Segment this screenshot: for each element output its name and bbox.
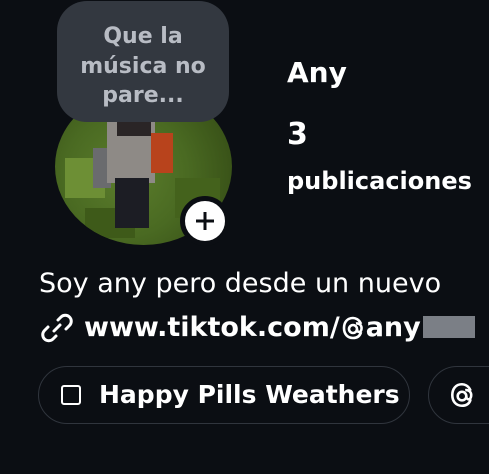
profile-username: Any [287, 56, 347, 89]
threads-at-icon [342, 316, 363, 340]
profile-link-text[interactable]: www.tiktok.com/any [84, 310, 475, 346]
plus-icon [196, 212, 214, 230]
note-bubble[interactable]: Que la música no pare... [57, 1, 229, 122]
profile-link[interactable]: www.tiktok.com/any [39, 309, 475, 347]
redacted-block [422, 316, 475, 338]
link-icon [41, 313, 73, 343]
profile-link-handle: any [365, 312, 421, 343]
avatar-character-detail [151, 133, 173, 173]
profile-screen: Que la música no pare... Any 3 publicaci… [0, 0, 489, 474]
note-line: Que la [103, 24, 183, 49]
profile-bio: Soy any pero desde un nuevo [39, 268, 442, 299]
checkbox-icon [61, 385, 81, 405]
threads-icon [451, 382, 473, 408]
profile-link-prefix: www.tiktok.com/ [84, 312, 340, 343]
post-count[interactable]: 3 [287, 116, 308, 154]
threads-chip[interactable] [428, 366, 489, 424]
avatar-character-legs [115, 178, 149, 228]
highlight-chip-label: Happy Pills Weathers [99, 380, 400, 409]
add-story-button[interactable] [180, 196, 230, 246]
post-count-label[interactable]: publicaciones [287, 165, 472, 197]
note-line: música no [80, 53, 206, 79]
highlight-chip[interactable]: Happy Pills Weathers [38, 366, 410, 424]
note-line: pare... [102, 83, 184, 108]
